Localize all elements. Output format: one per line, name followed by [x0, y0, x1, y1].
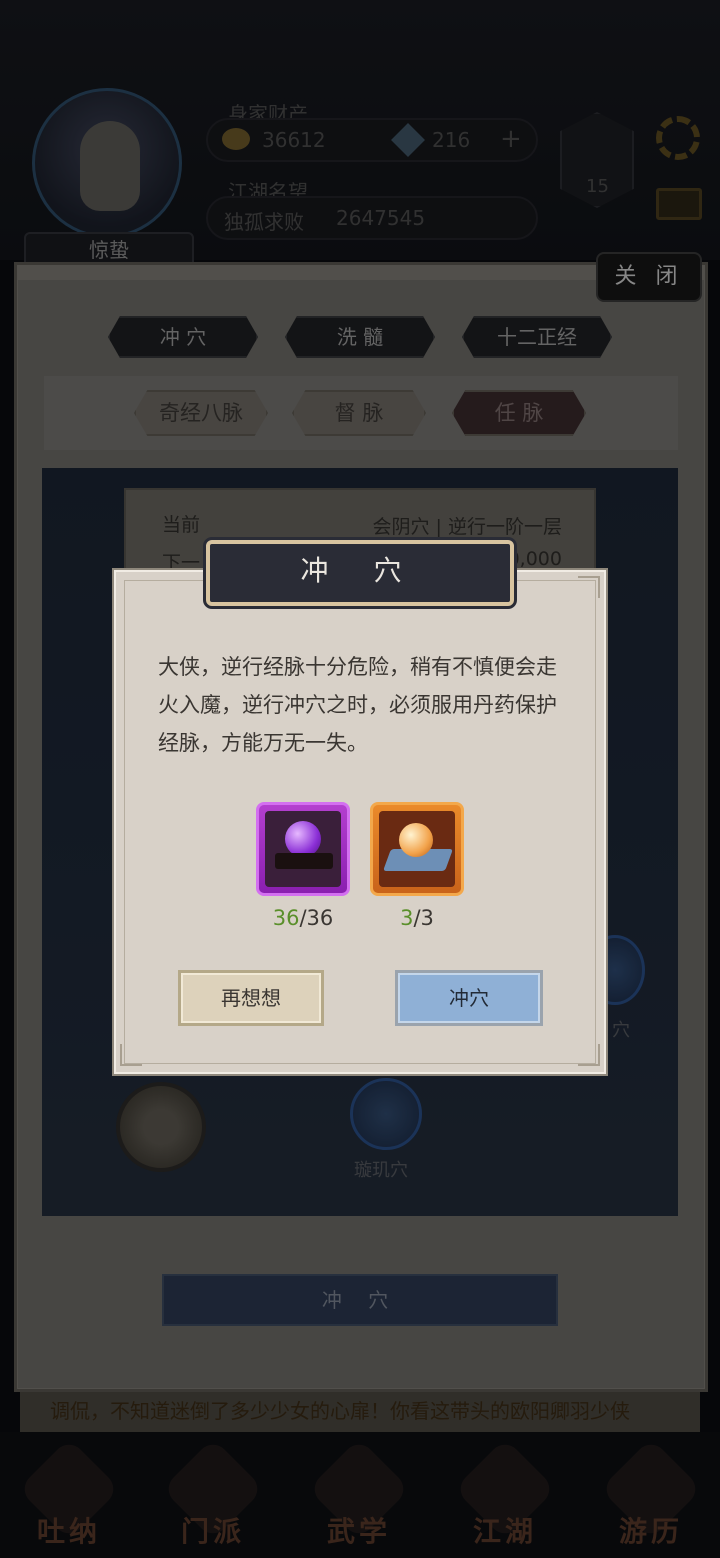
orange-orb-item[interactable] [370, 802, 464, 896]
orange-orb-icon [399, 823, 433, 857]
purple-orb-item[interactable] [256, 802, 350, 896]
corner-ornament [578, 576, 600, 598]
dialog-message: 大侠，逆行经脉十分危险，稍有不慎便会走火入魔，逆行冲穴之时，必须服用丹药保护经脉… [158, 655, 557, 755]
corner-ornament [120, 1044, 142, 1066]
purple-orb-count: 36/36 [272, 906, 334, 930]
corner-ornament [578, 1044, 600, 1066]
confirm-chongxue-button[interactable]: 冲穴 [395, 970, 543, 1026]
orange-orb-count: 3/3 [400, 906, 434, 930]
purple-orb-icon [285, 821, 321, 857]
dialog-title: 冲 穴 [300, 554, 420, 587]
cancel-button[interactable]: 再想想 [178, 970, 324, 1026]
